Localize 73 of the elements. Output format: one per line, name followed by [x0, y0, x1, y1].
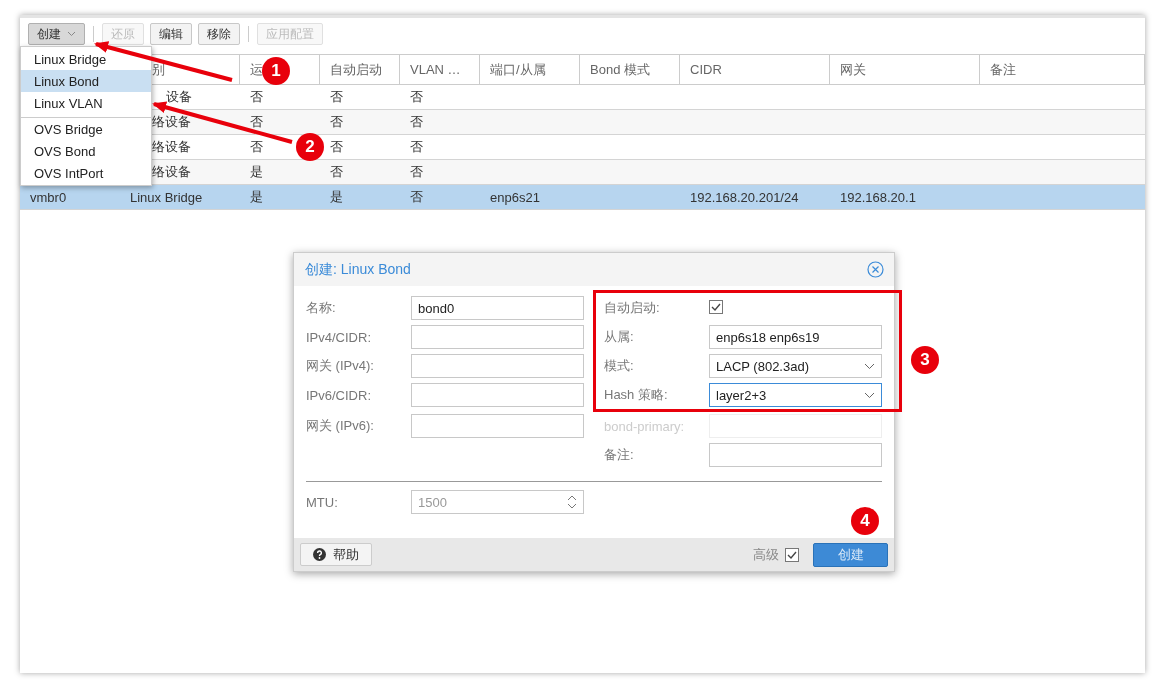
dialog-title: 创建: Linux Bond [305, 260, 411, 279]
chevron-down-icon [864, 362, 875, 370]
table-cell: 是 [250, 188, 263, 206]
table-cell: 否 [410, 163, 423, 181]
table-cell: 否 [250, 113, 263, 131]
select-field[interactable]: layer2+3 [709, 383, 882, 407]
text-field[interactable]: enp6s18 enp6s19 [709, 325, 882, 349]
text-field[interactable] [411, 414, 584, 438]
field-label: 名称: [306, 299, 337, 317]
table-cell: 否 [410, 188, 423, 206]
column-header[interactable]: 网关 [840, 60, 866, 79]
text-field[interactable] [709, 443, 882, 467]
field-label: 网关 (IPv4): [306, 357, 375, 375]
table-cell: 否 [330, 163, 343, 181]
field-label: Hash 策略: [604, 386, 669, 404]
table-cell: 否 [250, 138, 263, 156]
table-cell: 否 [410, 138, 423, 156]
table-cell: 否 [250, 88, 263, 106]
text-field[interactable]: bond0 [411, 296, 584, 320]
spinner-icon[interactable] [567, 494, 577, 510]
field-label: 模式: [604, 357, 635, 375]
table-cell: 192.168.20.1 [840, 189, 916, 205]
table-cell: Linux Bridge [130, 189, 203, 205]
column-header[interactable]: 别 [152, 60, 165, 79]
column-header[interactable]: VLAN … [410, 62, 461, 77]
table-cell: 否 [330, 138, 343, 156]
column-header[interactable]: Bond 模式 [590, 60, 650, 79]
column-header[interactable]: 端口/从属 [490, 60, 546, 79]
table-cell: 否 [410, 113, 423, 131]
menu-item[interactable]: Linux Bridge [21, 48, 151, 70]
field-label: 网关 (IPv6): [306, 417, 375, 435]
checkbox[interactable] [785, 547, 799, 562]
table-cell: 否 [410, 88, 423, 106]
field-label: IPv6/CIDR: [306, 387, 372, 403]
menu-item[interactable]: Linux Bond [21, 70, 151, 92]
field-label: MTU: [306, 494, 339, 510]
field-label: 备注: [604, 446, 635, 464]
column-header[interactable]: CIDR [690, 62, 722, 77]
chevron-down-icon [864, 391, 875, 399]
text-field[interactable] [411, 383, 584, 407]
select-field[interactable]: LACP (802.3ad) [709, 354, 882, 378]
toolbar-button[interactable]: 编辑 [150, 23, 192, 45]
toolbar-button[interactable]: 移除 [198, 23, 240, 45]
table-cell: 否 [330, 88, 343, 106]
column-header[interactable]: 备注 [990, 60, 1016, 79]
field-label: 自动启动: [604, 299, 661, 317]
table-cell: 192.168.20.201/24 [690, 189, 799, 205]
checkbox-label: 高级 [753, 545, 779, 564]
table-cell: 否 [330, 113, 343, 131]
close-icon[interactable] [867, 261, 884, 278]
table-cell: vmbr0 [30, 189, 67, 205]
checkbox[interactable] [709, 299, 723, 314]
column-header[interactable]: 运 [250, 60, 263, 79]
menu-item[interactable]: OVS Bond [21, 140, 151, 162]
menu-item[interactable]: Linux VLAN [21, 92, 151, 114]
menu-item[interactable]: OVS IntPort [21, 162, 151, 184]
toolbar-button[interactable]: 创建 [28, 23, 85, 45]
table-cell: 络设备 [152, 138, 191, 156]
column-header[interactable]: 自动启动 [330, 60, 382, 79]
help-button[interactable]: 帮助 [300, 543, 372, 566]
menu-item[interactable]: OVS Bridge [21, 117, 151, 140]
text-field[interactable] [411, 354, 584, 378]
table-cell: 是 [330, 188, 343, 206]
table-cell: 是 [250, 163, 263, 181]
text-field[interactable] [411, 325, 584, 349]
table-cell: 络设备 [152, 113, 191, 131]
table-cell: 络设备 [152, 163, 191, 181]
table-cell: 设备 [166, 88, 192, 106]
caret-icon [67, 31, 76, 37]
field-label: 从属: [604, 328, 635, 346]
table-cell: enp6s21 [490, 189, 540, 205]
field-label: IPv4/CIDR: [306, 329, 372, 345]
help-icon [313, 548, 326, 561]
